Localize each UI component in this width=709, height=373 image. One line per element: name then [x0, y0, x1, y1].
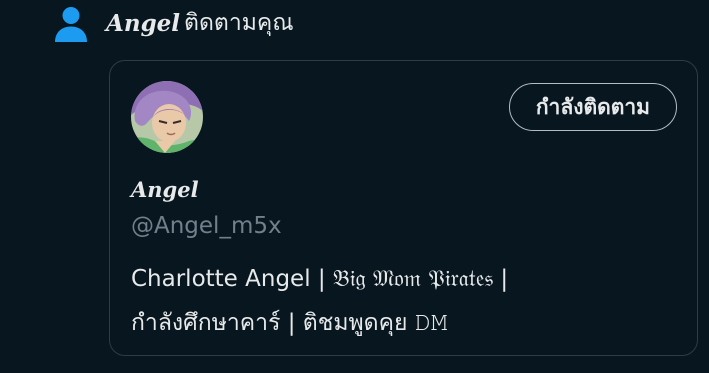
- bio-line: Charlotte Angel | 𝔅𝔦𝔤 𝔐𝔬𝔪 𝔓𝔦𝔯𝔞𝔱𝔢𝔰 |: [131, 266, 509, 292]
- avatar-image: [131, 81, 203, 153]
- notification-text: 𝑨𝒏𝒈𝒆𝒍 ติดตามคุณ: [106, 6, 294, 40]
- person-icon: [55, 7, 87, 42]
- bio-line: กำลังศึกษาคาร์ | ติชมพูดคุย 𝙳𝙼: [131, 310, 448, 336]
- avatar[interactable]: [131, 81, 203, 153]
- profile-handle[interactable]: @Angel_m5x: [131, 213, 282, 239]
- following-button[interactable]: กำลังติดตาม: [508, 83, 677, 131]
- profile-card[interactable]: กำลังติดตาม 𝑨𝒏𝒈𝒆𝒍 @Angel_m5x Charlotte A…: [109, 60, 698, 356]
- profile-display-name[interactable]: 𝑨𝒏𝒈𝒆𝒍: [131, 177, 199, 202]
- notification-item[interactable]: 𝑨𝒏𝒈𝒆𝒍 ติดตามคุณ กำลังติดตาม 𝑨𝒏𝒈𝒆𝒍 @Angel…: [0, 0, 709, 373]
- notification-actor-name[interactable]: 𝑨𝒏𝒈𝒆𝒍: [106, 10, 180, 37]
- notification-action-text: ติดตามคุณ: [184, 10, 294, 36]
- profile-bio: Charlotte Angel | 𝔅𝔦𝔤 𝔐𝔬𝔪 𝔓𝔦𝔯𝔞𝔱𝔢𝔰 | กำลั…: [131, 257, 681, 345]
